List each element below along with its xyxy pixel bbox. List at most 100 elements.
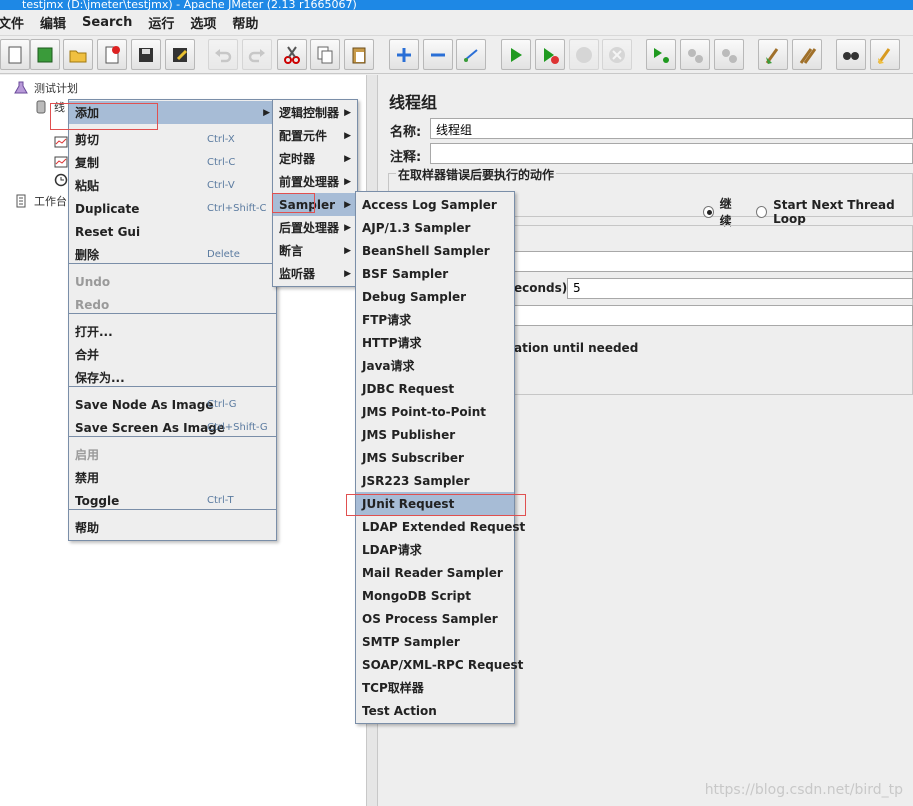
- toolbar-clear-button[interactable]: [758, 39, 788, 70]
- sampler-submenu-item[interactable]: BeanShell Sampler: [356, 239, 514, 262]
- context-menu-item[interactable]: 复制 Ctrl-C: [69, 151, 276, 174]
- toolbar-reset-search-button[interactable]: [870, 39, 900, 70]
- toolbar-clear-all-button[interactable]: [792, 39, 822, 70]
- menu-item-label: LDAP Extended Request: [362, 519, 526, 534]
- tree-workbench[interactable]: 工作台: [14, 193, 67, 209]
- menu-separator: [69, 509, 276, 510]
- toolbar-start-button[interactable]: [501, 39, 531, 70]
- sampler-submenu-item[interactable]: Test Action: [356, 699, 514, 722]
- context-menu-item[interactable]: Reset Gui: [69, 220, 276, 243]
- sampler-submenu-item[interactable]: FTP请求: [356, 308, 514, 331]
- sampler-submenu-item[interactable]: TCP取样器: [356, 676, 514, 699]
- highlight-add: [50, 103, 158, 130]
- toolbar-copy-button[interactable]: [310, 39, 340, 70]
- toolbar-redo-button[interactable]: [242, 39, 272, 70]
- loop-count-field[interactable]: [513, 305, 913, 326]
- toolbar-collapse-button[interactable]: [423, 39, 453, 70]
- menu-item-label: BSF Sampler: [362, 266, 449, 281]
- menu-run[interactable]: 运行: [148, 13, 174, 32]
- sampler-submenu-item[interactable]: JMS Point-to-Point: [356, 400, 514, 423]
- menu-options[interactable]: 选项: [190, 13, 216, 32]
- toolbar-close-button[interactable]: [97, 39, 127, 70]
- sampler-submenu-item[interactable]: JMS Subscriber: [356, 446, 514, 469]
- toolbar-stop-button[interactable]: [569, 39, 599, 70]
- sampler-submenu-item[interactable]: LDAP Extended Request: [356, 515, 525, 538]
- sampler-submenu-item[interactable]: Mail Reader Sampler: [356, 561, 514, 584]
- toolbar-open-button[interactable]: [63, 39, 93, 70]
- sampler-submenu-item[interactable]: AJP/1.3 Sampler: [356, 216, 514, 239]
- menu-search[interactable]: Search: [82, 15, 132, 30]
- num-threads-field[interactable]: [513, 251, 913, 272]
- sampler-submenu-item[interactable]: Java请求: [356, 354, 514, 377]
- clear-icon: [765, 47, 779, 64]
- menu-item-label: Java请求: [362, 359, 415, 373]
- toolbar-paste-button[interactable]: [344, 39, 374, 70]
- ramp-up-field[interactable]: 5: [567, 278, 913, 299]
- sampler-submenu-item[interactable]: SMTP Sampler: [356, 630, 514, 653]
- menu-separator: [69, 313, 276, 314]
- context-menu-item[interactable]: Duplicate Ctrl+Shift-C: [69, 197, 276, 220]
- context-menu-item[interactable]: 剪切 Ctrl-X: [69, 128, 276, 151]
- toolbar-save-button[interactable]: [131, 39, 161, 70]
- context-menu-item[interactable]: Save Node As Image Ctrl-G: [69, 393, 276, 416]
- name-field[interactable]: 线程组: [430, 118, 913, 139]
- add-submenu-item[interactable]: 配置元件 ▶: [273, 124, 357, 147]
- toolbar-toggle-button[interactable]: [456, 39, 486, 70]
- toolbar-shutdown-button[interactable]: [602, 39, 632, 70]
- sampler-submenu-item[interactable]: SOAP/XML-RPC Request: [356, 653, 523, 676]
- add-submenu-item[interactable]: 定时器 ▶: [273, 147, 357, 170]
- add-submenu-item[interactable]: 断言 ▶: [273, 239, 357, 262]
- context-menu-item[interactable]: 合并: [69, 343, 276, 366]
- sampler-submenu-item[interactable]: JSR223 Sampler: [356, 469, 514, 492]
- menu-help[interactable]: 帮助: [232, 13, 258, 32]
- toolbar-expand-button[interactable]: [389, 39, 419, 70]
- toolbar-save-as-button[interactable]: [165, 39, 195, 70]
- toolbar-remote-shutdown-button[interactable]: [714, 39, 744, 70]
- highlight-sampler: [272, 193, 315, 213]
- save-as-icon: [173, 47, 188, 62]
- stop-icon: [576, 46, 592, 63]
- menu-item-label: 启用: [75, 448, 100, 462]
- sampler-submenu-item[interactable]: JDBC Request: [356, 377, 514, 400]
- sampler-submenu-item[interactable]: LDAP请求: [356, 538, 514, 561]
- sampler-submenu-item[interactable]: JMS Publisher: [356, 423, 514, 446]
- sampler-submenu-item[interactable]: Debug Sampler: [356, 285, 514, 308]
- menu-item-label: 打开...: [75, 325, 113, 339]
- context-menu-item[interactable]: 帮助: [69, 516, 276, 539]
- context-menu-item[interactable]: 打开...: [69, 320, 276, 343]
- menu-item-label: 复制: [75, 156, 100, 170]
- context-menu-item[interactable]: 禁用: [69, 466, 276, 489]
- toolbar-search-button[interactable]: [836, 39, 866, 70]
- toolbar-remote-start-button[interactable]: [646, 39, 676, 70]
- toolbar-undo-button[interactable]: [208, 39, 238, 70]
- comment-field[interactable]: [430, 143, 913, 164]
- radio-continue[interactable]: 继续: [703, 195, 740, 229]
- toolbar-templates-button[interactable]: [30, 39, 60, 70]
- radio-next-loop[interactable]: Start Next Thread Loop: [756, 195, 913, 229]
- sampler-submenu-item[interactable]: BSF Sampler: [356, 262, 514, 285]
- menu-item-label: SOAP/XML-RPC Request: [362, 657, 524, 672]
- toolbar-remote-stop-button[interactable]: [680, 39, 710, 70]
- sampler-submenu-item[interactable]: OS Process Sampler: [356, 607, 514, 630]
- add-submenu-item[interactable]: 逻辑控制器 ▶: [273, 101, 357, 124]
- menu-file[interactable]: 文件: [0, 13, 24, 32]
- add-submenu-item[interactable]: 监听器 ▶: [273, 262, 357, 285]
- sampler-submenu-item[interactable]: Access Log Sampler: [356, 193, 514, 216]
- menu-item-label: HTTP请求: [362, 336, 422, 350]
- sampler-submenu-item[interactable]: MongoDB Script: [356, 584, 514, 607]
- toolbar-cut-button[interactable]: [277, 39, 307, 70]
- tree-test-plan[interactable]: 测试计划: [14, 80, 78, 96]
- toolbar-new-button[interactable]: [0, 39, 30, 70]
- workbench-icon: [14, 194, 28, 208]
- add-submenu-item[interactable]: 前置处理器 ▶: [273, 170, 357, 193]
- sampler-submenu-item[interactable]: HTTP请求: [356, 331, 514, 354]
- menu-item-label: FTP请求: [362, 313, 412, 327]
- menu-item-accelerator: Ctrl-X: [207, 134, 235, 145]
- menu-edit[interactable]: 编辑: [40, 13, 66, 32]
- menu-item-label: 保存为...: [75, 371, 125, 385]
- menu-item-accelerator: Ctrl+Shift-G: [207, 422, 268, 433]
- toolbar-start-no-pause-button[interactable]: [535, 39, 565, 70]
- menu-bar: 文件 编辑 Search 运行 选项 帮助: [0, 10, 913, 36]
- context-menu-item[interactable]: 粘贴 Ctrl-V: [69, 174, 276, 197]
- add-submenu-item[interactable]: 后置处理器 ▶: [273, 216, 357, 239]
